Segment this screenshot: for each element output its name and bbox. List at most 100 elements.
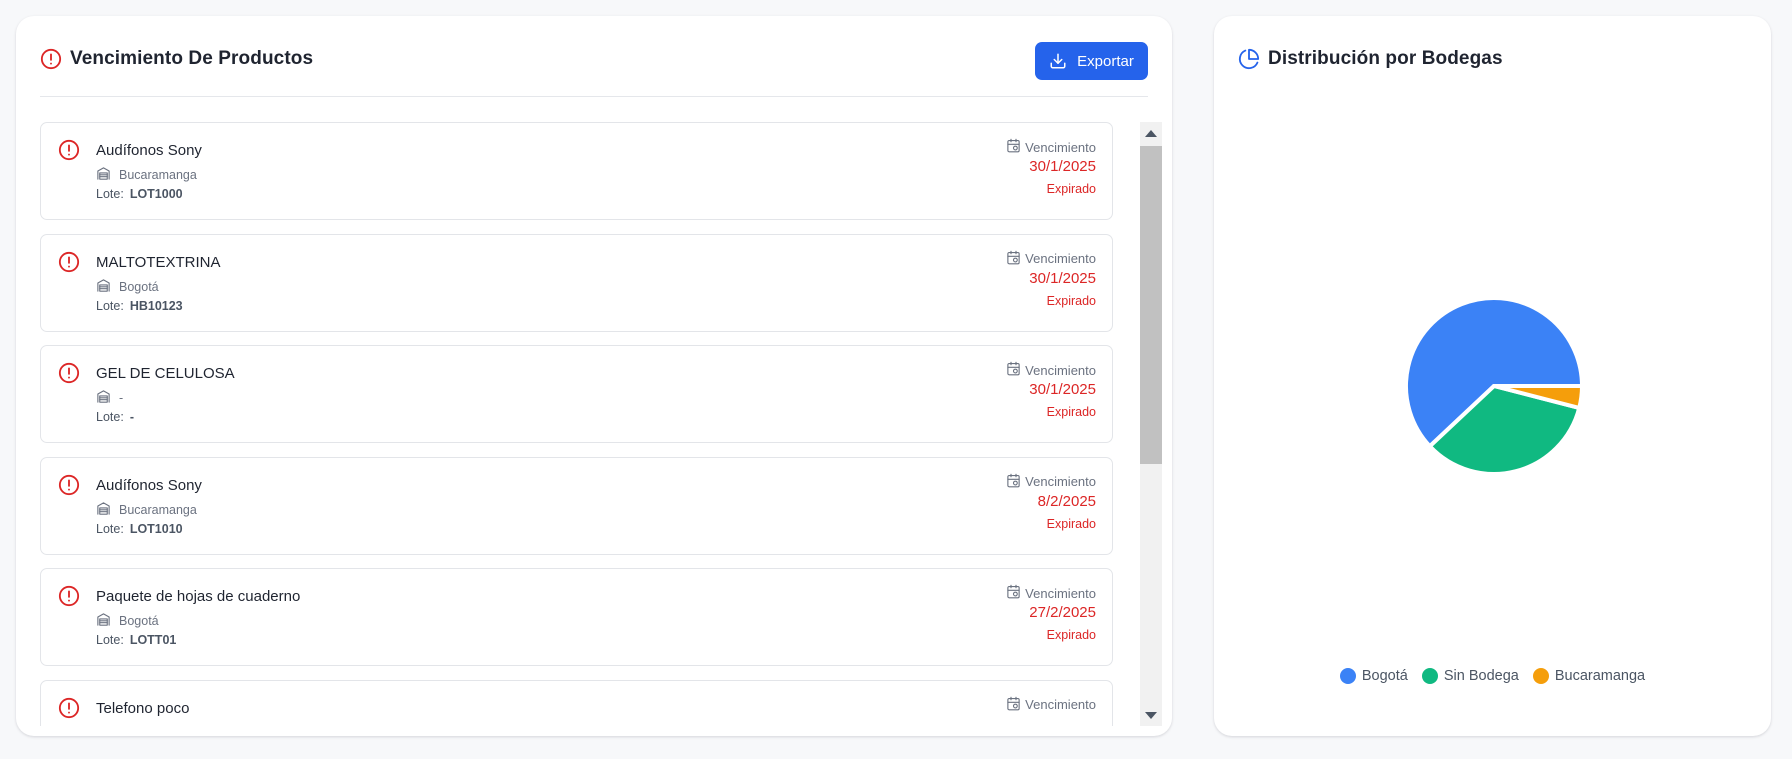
lot-label: Lote: [96,633,124,647]
expiry-label-text: Vencimiento [1025,474,1096,489]
status-badge: Expirado [1046,293,1096,308]
lot-value: LOT1010 [129,521,183,536]
expiry-panel: Vencimiento De Productos Exportar Audífo… [16,16,1172,736]
lot-value: - [129,410,134,424]
expiry-date: 30/1/2025 [1029,158,1096,175]
lot-value: HB10123 [129,298,183,313]
expiry-label: Vencimiento [1006,361,1096,379]
scroll-thumb[interactable] [1140,146,1162,464]
product-lot: Lote: LOT1000 [96,187,183,201]
chevron-down-icon [1145,711,1157,719]
warehouse-icon [96,166,111,184]
warehouse-name: Bogotá [119,614,159,628]
legend-swatch [1339,668,1356,684]
product-name: Telefono poco [96,699,190,717]
legend-label: Bucaramanga [1554,668,1646,684]
warehouse-name: Bucaramanga [119,168,197,182]
expiry-date: 27/2/2025 [1029,604,1096,621]
product-warehouse: Bucaramanga [96,501,197,519]
calendar-clock-icon [1006,138,1021,156]
distribution-panel: Distribución por Bodegas Bogotá Sin Bodeg… [1214,16,1771,736]
warehouse-name: Bogotá [119,279,159,294]
pie-chart [1404,296,1584,476]
product-lot: Lote: LOTT01 [96,633,176,647]
expiry-info: Vencimiento 27/2/2025 Expirado [1006,584,1096,642]
lot-label: Lote: [96,187,124,201]
expiry-info: Vencimiento 30/1/2025 Expirado [1006,250,1096,308]
expiry-date: 30/1/2025 [1029,381,1096,398]
pie-chart-icon [1238,48,1260,70]
product-name: Paquete de hojas de cuaderno [96,588,301,605]
legend-swatch [1421,668,1438,684]
warehouse-icon [96,278,111,296]
product-warehouse: Bucaramanga [96,166,197,184]
product-warehouse: Bogotá [96,278,159,296]
product-lot: Lote: LOT1010 [96,522,183,536]
legend-item[interactable]: Sin Bodega [1421,668,1519,684]
calendar-clock-icon [1006,584,1021,602]
alert-circle-icon [58,139,80,161]
warehouse-name: Bucaramanga [119,502,197,517]
list-item[interactable]: MALTOTEXTRINA Bogotá Lote: HB10123 Vencimien… [40,233,1113,332]
list-item[interactable]: Telefono poco Vencimiento [40,679,1113,727]
list-item[interactable]: Audífonos Sony Bucaramanga Lote: LOT1000 Ven… [40,122,1113,220]
export-button-label: Exportar [1077,52,1134,70]
expiry-label-text: Vencimiento [1025,585,1096,601]
expiry-panel-title: Vencimiento De Productos [70,48,314,69]
expiry-label-text: Vencimiento [1025,697,1096,712]
product-lot: Lote: - [96,410,134,424]
warehouse-name: - [119,391,124,405]
scroll-down-button[interactable] [1140,704,1162,726]
expiry-label-text: Vencimiento [1025,139,1096,155]
list-item[interactable]: GEL DE CELULOSA - Lote: - Vencimiento 30/1/20… [40,345,1113,443]
product-warehouse: - [96,389,123,407]
status-badge: Expirado [1046,182,1096,196]
expiry-label: Vencimiento [1006,250,1096,268]
calendar-clock-icon [1006,250,1021,268]
lot-label: Lote: [96,521,124,536]
expiry-date: 8/2/2025 [1037,492,1096,510]
list-item[interactable]: Audífonos Sony Bucaramanga Lote: LOT1010 Ven… [40,456,1113,555]
expiry-info: Vencimiento 8/2/2025 Expirado [1006,473,1096,531]
alert-circle-icon [58,362,80,384]
expiry-info: Vencimiento 30/1/2025 Expirado [1006,138,1096,196]
expiry-info: Vencimiento [1006,696,1096,727]
lot-label: Lote: [96,410,124,424]
expiry-label: Vencimiento [1006,138,1096,156]
export-button[interactable]: Exportar [1035,42,1148,80]
alert-circle-icon [58,697,80,719]
product-name: Audífonos Sony [96,476,202,494]
expiry-label-text: Vencimiento [1025,362,1096,378]
list-item[interactable]: Paquete de hojas de cuaderno Bogotá Lote: L… [40,568,1113,666]
legend-item[interactable]: Bucaramanga [1532,668,1646,684]
status-badge: Expirado [1046,405,1096,419]
status-badge: Expirado [1046,628,1096,642]
lot-label: Lote: [96,298,124,313]
legend-item[interactable]: Bogotá [1339,668,1408,684]
product-name: GEL DE CELULOSA [96,365,235,382]
legend-swatch [1532,668,1549,684]
scroll-up-button[interactable] [1140,122,1162,144]
calendar-clock-icon [1006,473,1021,491]
legend-label: Sin Bodega [1443,668,1519,684]
status-badge: Expirado [1046,516,1096,531]
chart-legend: Bogotá Sin Bodega Bucaramanga [1214,668,1771,684]
calendar-clock-icon [1006,361,1021,379]
expiry-date [1006,716,1096,727]
expiry-list[interactable]: Audífonos Sony Bucaramanga Lote: LOT1000 Ven… [40,122,1131,726]
alert-circle-icon [58,585,80,607]
expiry-label-text: Vencimiento [1025,251,1096,266]
product-name: MALTOTEXTRINA [96,253,221,271]
warehouse-icon [96,501,111,519]
list-scrollbar[interactable] [1140,122,1162,726]
expiry-label: Vencimiento [1006,696,1096,714]
download-icon [1050,53,1066,69]
chevron-up-icon [1145,129,1157,137]
expiry-label: Vencimiento [1006,473,1096,491]
product-warehouse: Bogotá [96,612,159,630]
lot-value: LOT1000 [129,187,183,201]
calendar-clock-icon [1006,696,1021,714]
lot-value: LOTT01 [129,633,177,647]
product-name: Audífonos Sony [96,142,202,159]
legend-label: Bogotá [1361,668,1408,684]
